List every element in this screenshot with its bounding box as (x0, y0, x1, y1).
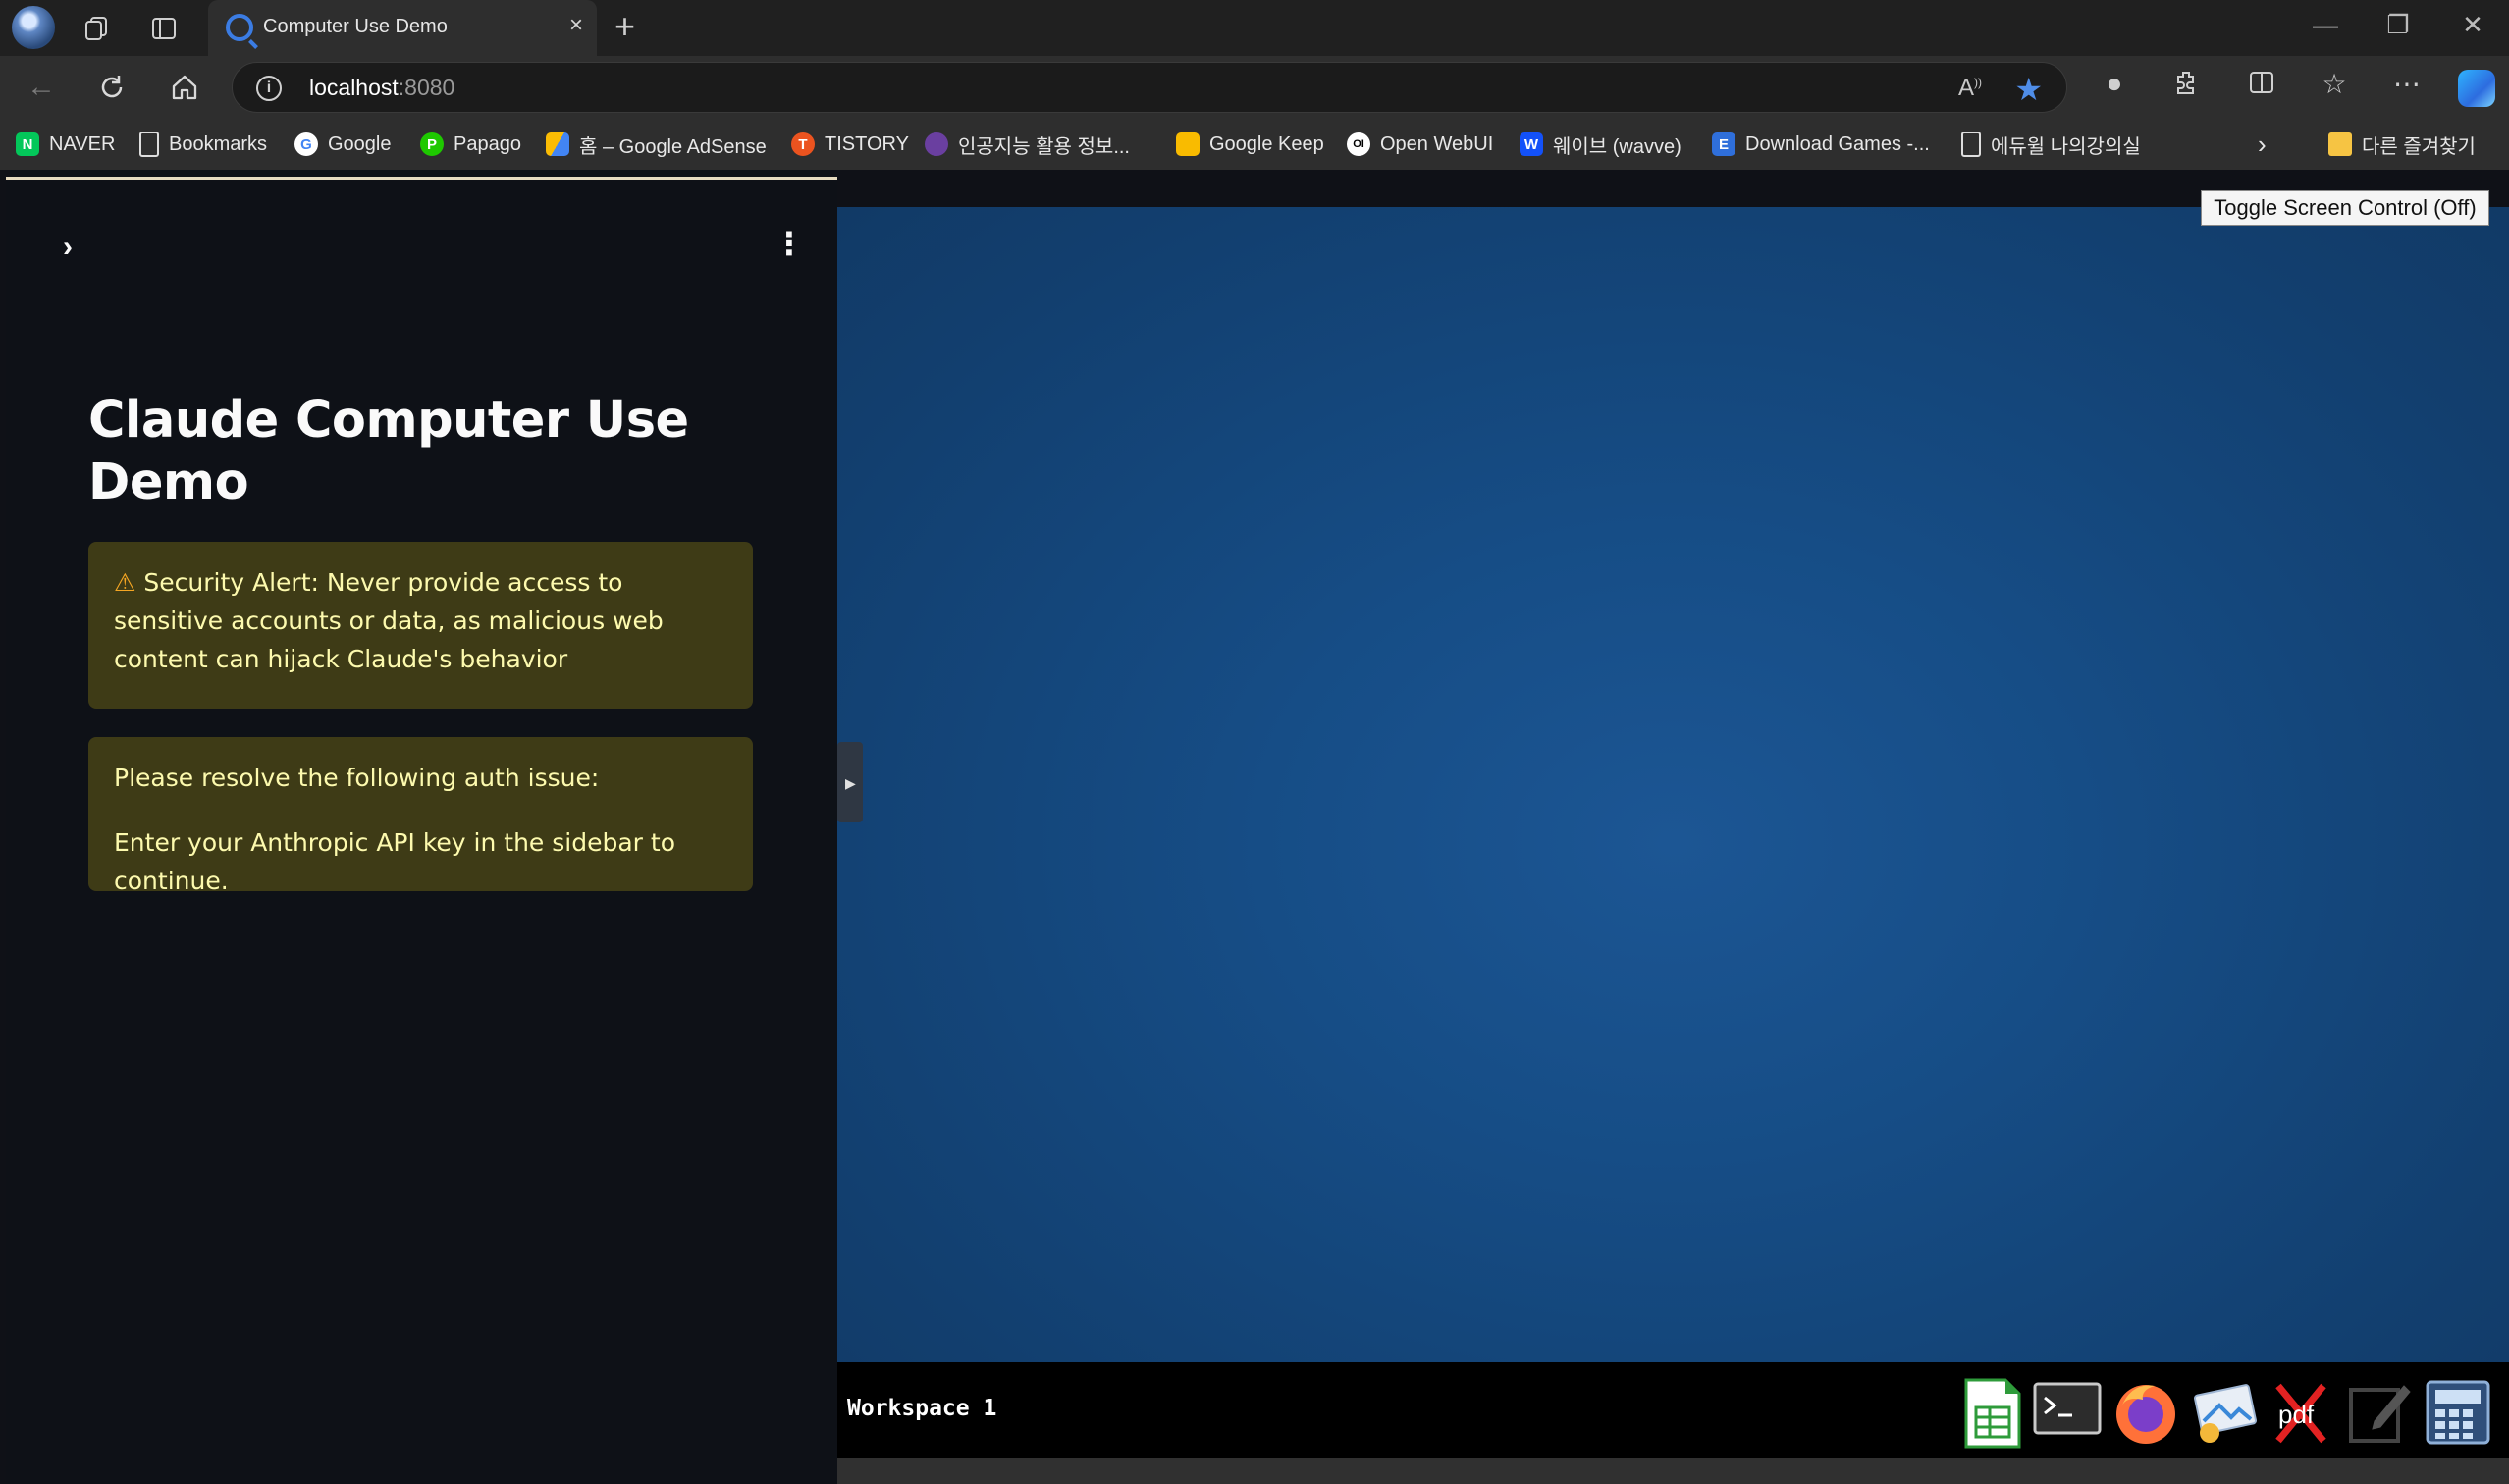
bookmark-ai-info[interactable]: 인공지능 활용 정보... (925, 131, 1130, 158)
back-arrow-icon[interactable]: ← (22, 68, 61, 107)
security-alert-text: Security Alert: Never provide access to … (114, 568, 664, 673)
text-editor-icon[interactable] (2345, 1378, 2412, 1445)
bookmark-open-webui[interactable]: OI Open WebUI (1347, 131, 1493, 158)
terminal-icon[interactable] (2033, 1378, 2102, 1445)
keep-icon (1176, 132, 1200, 156)
minimize-button[interactable]: — (2301, 10, 2350, 40)
openwebui-icon: OI (1347, 132, 1370, 156)
bookmark-tistory[interactable]: T TISTORY (791, 131, 909, 158)
security-alert: ⚠ Security Alert: Never provide access t… (88, 542, 753, 709)
main-panel: › ⋮ Claude Computer Use Demo ⚠ Security … (6, 177, 837, 1484)
workspace-label: Workspace 1 (847, 1396, 997, 1421)
bookmark-google-keep[interactable]: Google Keep (1176, 131, 1324, 158)
wavve-icon: W (1520, 132, 1543, 156)
svg-text:pdf: pdf (2278, 1400, 2315, 1429)
warning-icon: ⚠ (114, 568, 136, 597)
folder-icon (2328, 132, 2352, 156)
tab-bar: Computer Use Demo × + — ❐ ✕ (0, 0, 2509, 56)
pdf-icon[interactable]: pdf (2269, 1378, 2335, 1445)
copilot-icon[interactable] (2458, 70, 2495, 107)
bookmark-other-favorites[interactable]: 다른 즐겨찾기 (2328, 131, 2476, 158)
document-icon (1961, 132, 1981, 157)
document-icon (139, 132, 159, 157)
bookmark-naver[interactable]: N NAVER (16, 131, 115, 158)
site-info-icon[interactable]: i (256, 76, 282, 101)
epic-icon: E (1712, 132, 1735, 156)
more-options-icon[interactable]: ⋯ (2385, 68, 2429, 107)
read-aloud-icon[interactable]: A)) (1958, 75, 1982, 102)
toggle-screen-control-button[interactable]: Toggle Screen Control (Off) (2201, 190, 2489, 226)
desktop-taskbar: Workspace 1 pdf (837, 1362, 2509, 1458)
copilot-chat-icon[interactable]: ● (2093, 68, 2136, 107)
more-bookmarks-chevron-icon[interactable]: › (2258, 130, 2267, 159)
vnc-bottom-strip (837, 1458, 2509, 1484)
tab-title: Computer Use Demo (263, 16, 448, 37)
split-screen-icon[interactable] (2240, 68, 2283, 107)
tab-close-icon[interactable]: × (569, 12, 583, 39)
bookmark-eduwill[interactable]: 에듀윌 나의강의실 (1961, 131, 2141, 158)
home-icon[interactable] (165, 68, 204, 107)
url-text: localhost:8080 (309, 75, 455, 100)
close-window-button[interactable]: ✕ (2448, 10, 2497, 40)
bookmark-wavve[interactable]: W 웨이브 (wavve) (1520, 131, 1682, 158)
vertical-tabs-icon[interactable] (145, 10, 183, 47)
adsense-icon (546, 132, 569, 156)
google-icon: G (294, 132, 318, 156)
search-icon (226, 14, 253, 41)
page-title: Claude Computer Use Demo (88, 392, 689, 511)
spreadsheet-icon[interactable] (1960, 1378, 2027, 1449)
vnc-desktop[interactable] (837, 207, 2509, 1362)
collections-icon[interactable] (79, 10, 116, 47)
tistory-icon: T (791, 132, 815, 156)
reload-icon[interactable] (92, 68, 132, 107)
sidebar-expand-chevron-icon[interactable]: › (63, 231, 73, 264)
restore-button[interactable]: ❐ (2374, 10, 2423, 40)
bookmarks-bar: N NAVER Bookmarks G Google P Papago 홈 – … (0, 119, 2509, 170)
address-bar[interactable]: i localhost:8080 A)) ★ (232, 62, 2067, 113)
bookmark-google[interactable]: G Google (294, 131, 392, 158)
favorite-star-icon[interactable]: ★ (2014, 71, 2043, 108)
bookmark-download-games[interactable]: E Download Games -... (1712, 131, 1930, 158)
profile-avatar[interactable] (12, 6, 55, 49)
auth-issue-heading: Please resolve the following auth issue: (114, 764, 600, 792)
extensions-icon[interactable] (2165, 68, 2209, 107)
new-tab-button[interactable]: + (614, 6, 635, 47)
bookmark-bookmarks[interactable]: Bookmarks (139, 131, 267, 158)
play-arrow-icon: ▶ (845, 775, 856, 791)
naver-icon: N (16, 132, 39, 156)
auth-issue-message: Enter your Anthropic API key in the side… (114, 828, 675, 895)
address-toolbar: ← i localhost:8080 A)) ★ ● ☆ ⋯ (0, 56, 2509, 119)
papago-icon: P (420, 132, 444, 156)
brain-icon (925, 132, 948, 156)
calculator-icon[interactable] (2424, 1378, 2490, 1445)
tab-active[interactable]: Computer Use Demo × (208, 0, 597, 56)
firefox-icon[interactable] (2111, 1378, 2178, 1445)
image-viewer-icon[interactable] (2190, 1378, 2257, 1445)
auth-issue-alert: Please resolve the following auth issue:… (88, 737, 753, 895)
main-menu-icon[interactable]: ⋮ (774, 225, 805, 262)
favorites-icon[interactable]: ☆ (2313, 68, 2356, 107)
vnc-drag-handle[interactable]: ▶ (837, 742, 863, 822)
bookmark-papago[interactable]: P Papago (420, 131, 521, 158)
bookmark-adsense[interactable]: 홈 – Google AdSense (546, 131, 767, 158)
